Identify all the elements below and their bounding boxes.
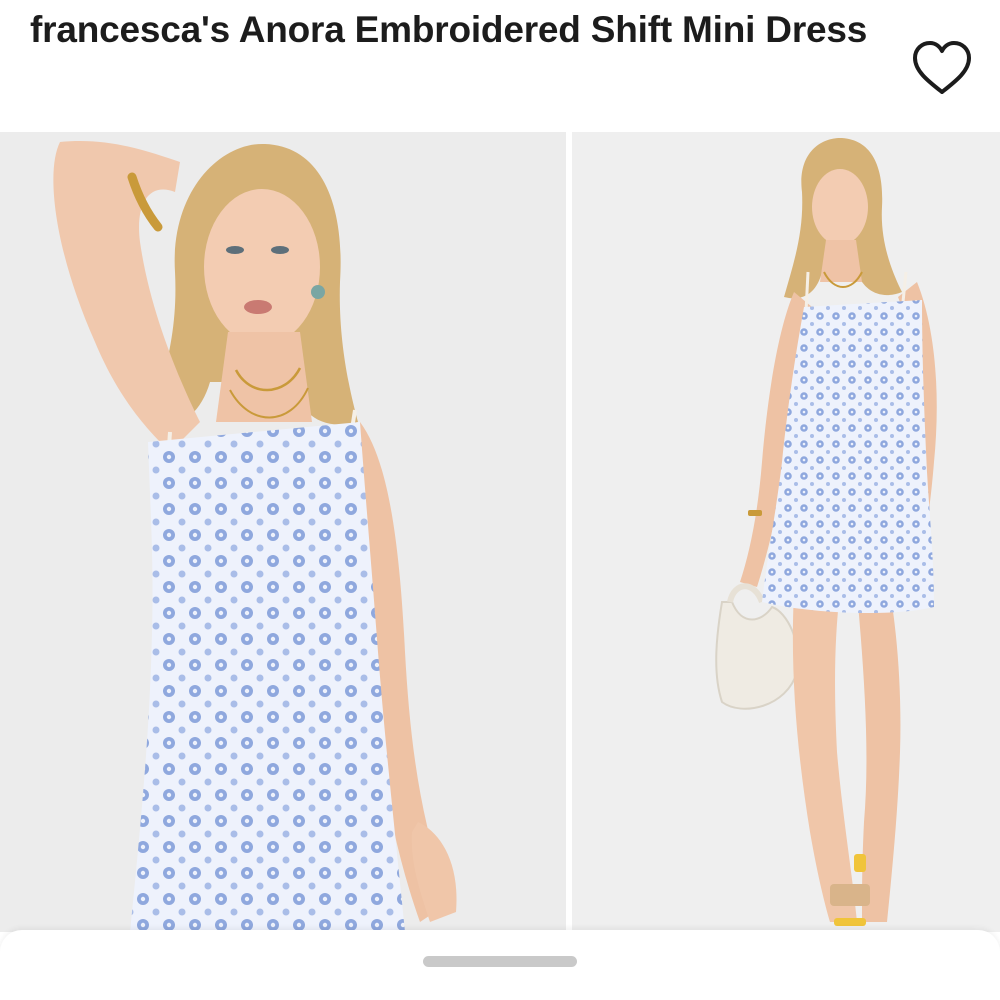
product-image-2[interactable]: [572, 132, 1000, 932]
favorite-button[interactable]: [906, 38, 978, 100]
bottom-sheet[interactable]: [0, 930, 1000, 1000]
product-image-gallery[interactable]: [0, 132, 1000, 932]
model-fulllength-illustration: [572, 132, 1000, 932]
heart-outline-icon: [913, 41, 971, 94]
product-title: francesca's Anora Embroidered Shift Mini…: [30, 0, 890, 60]
brand-name[interactable]: francesca's: [30, 9, 230, 50]
product-header: francesca's Anora Embroidered Shift Mini…: [0, 0, 1000, 132]
model-closeup-illustration: [0, 132, 566, 932]
bottom-sheet-drag-handle[interactable]: [423, 956, 577, 967]
product-image-1[interactable]: [0, 132, 566, 932]
product-name: Anora Embroidered Shift Mini Dress: [238, 9, 868, 50]
